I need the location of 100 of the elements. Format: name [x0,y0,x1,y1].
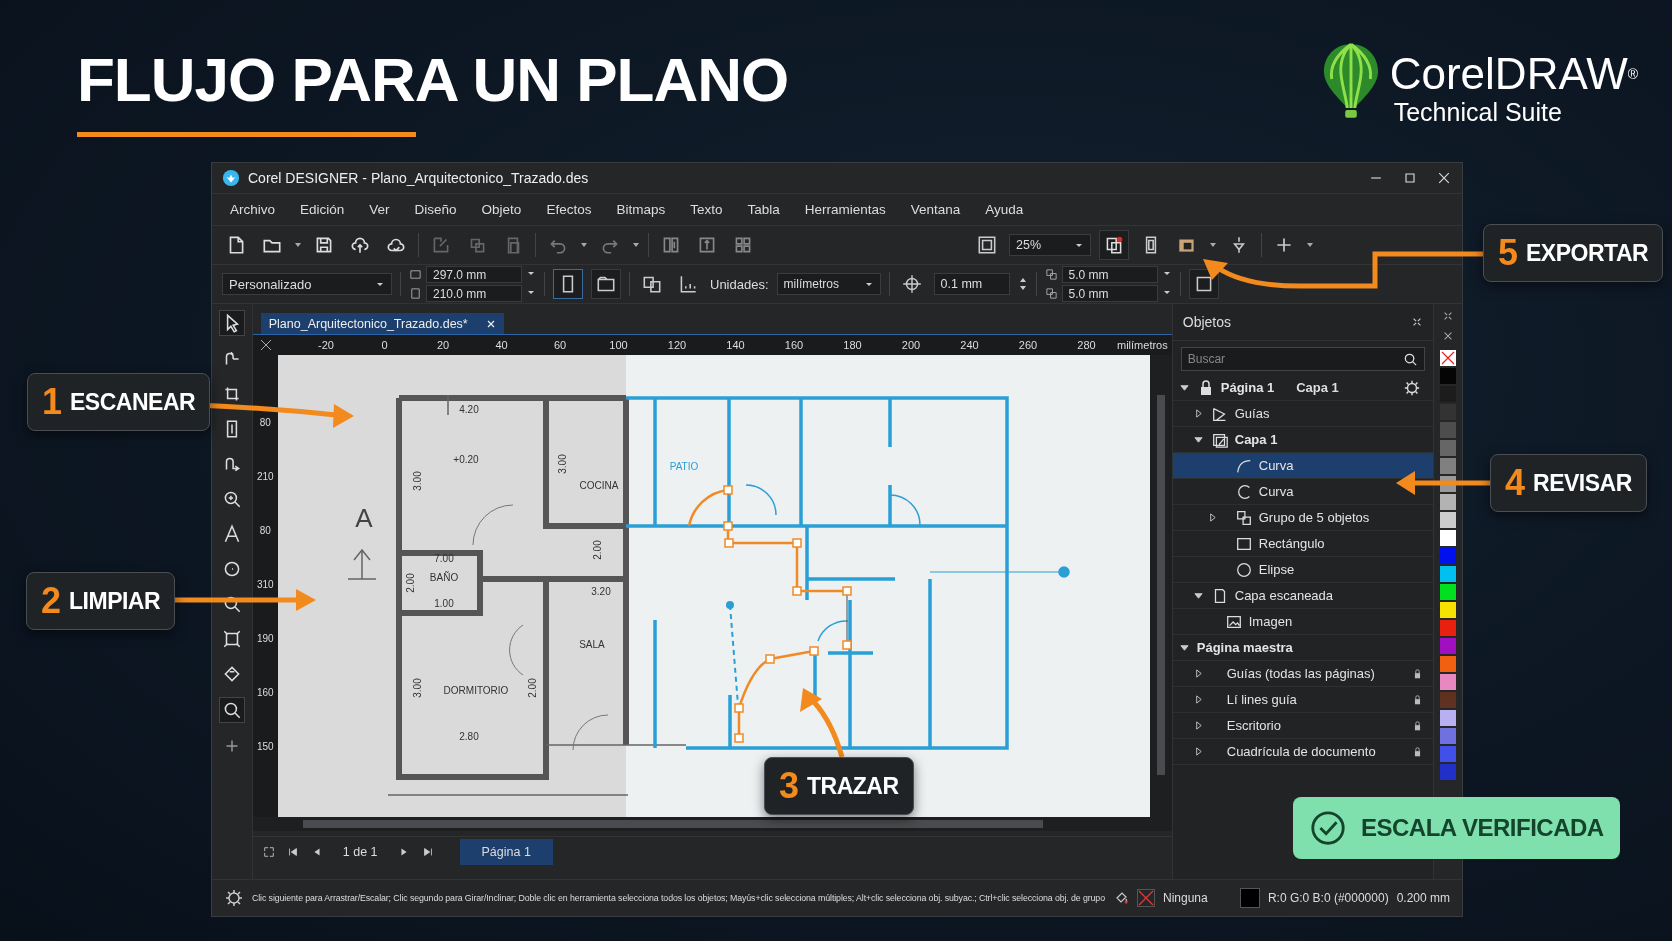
tree-row[interactable]: Elipse [1172,557,1434,583]
width-field[interactable]: 297.0 mm [426,266,522,283]
plan-label: 2.00 [404,573,416,593]
menu-item[interactable]: Ver [369,202,390,217]
tree-row[interactable]: Escritorio [1172,713,1434,739]
document-tab[interactable]: Plano_Arquitectonico_Trazado.des* [260,313,504,334]
menu-item[interactable]: Efectos [546,202,592,217]
color-swatch[interactable] [1440,692,1457,708]
color-swatch[interactable] [1440,746,1457,762]
collapsed-arrow-icon[interactable] [1194,721,1204,730]
lock-icon[interactable] [1414,719,1422,732]
expanded-arrow-icon[interactable] [1194,591,1204,600]
first-page-icon[interactable] [286,846,299,858]
color-swatch[interactable] [1440,422,1457,438]
tree-row[interactable]: Rectángulo [1172,531,1434,557]
callout-arrow [800,688,845,758]
tree-row[interactable]: Página maestra [1172,635,1434,661]
units-dropdown[interactable]: milímetros [776,273,881,295]
expanded-arrow-icon[interactable] [1180,643,1190,652]
fit-page-icon[interactable] [262,846,275,858]
preset-dropdown[interactable]: Personalizado [222,273,392,295]
zoom-dropdown[interactable]: 25% [1009,234,1091,256]
vertical-scrollbar[interactable] [1149,355,1172,817]
settings-icon[interactable] [1403,378,1422,397]
close-icon[interactable] [485,318,496,329]
color-swatch[interactable] [1440,674,1457,690]
tree-row[interactable]: Guías [1172,401,1434,427]
color-swatch[interactable] [1440,458,1457,474]
tree-item-label: Guías (todas las páginas) [1226,666,1375,681]
tree-row[interactable]: Guías (todas las páginas) [1172,661,1434,687]
color-swatch[interactable] [1440,530,1457,546]
lock-icon[interactable] [1414,693,1422,706]
tree-item-label: Rectángulo [1258,536,1325,551]
color-swatch[interactable] [1440,548,1457,564]
menu-item[interactable]: Objeto [481,202,522,217]
step-number: 2 [41,580,62,622]
duplicate-y-field[interactable]: 5.0 mm [1061,285,1158,302]
menu-item[interactable]: Ventana [910,202,961,217]
landscape-icon[interactable] [591,269,621,299]
color-swatch[interactable] [1440,584,1457,600]
menu-item[interactable]: Ayuda [985,202,1024,217]
tree-row[interactable]: Grupo de 5 objetos [1172,505,1434,531]
search-field[interactable]: Buscar [1180,347,1426,371]
portrait-icon[interactable] [553,269,583,299]
duplicate-x-field[interactable]: 5.0 mm [1061,266,1158,283]
color-swatch[interactable] [1440,566,1457,582]
color-swatch[interactable] [1440,512,1457,528]
ruler-label: 190 [256,633,274,646]
nudge-field[interactable]: 0.1 mm [933,273,1010,295]
color-swatch[interactable] [1440,638,1457,654]
collapsed-arrow-icon[interactable] [1194,409,1204,418]
color-swatch[interactable] [1440,602,1457,618]
maximize-icon[interactable] [1402,170,1418,186]
expanded-arrow-icon[interactable] [1180,383,1190,392]
menu-item[interactable]: Archivo [230,202,275,217]
pointer-icon[interactable] [218,310,245,336]
horizontal-scrollbar[interactable] [252,817,1172,831]
color-swatch[interactable] [1440,368,1457,384]
collapsed-arrow-icon[interactable] [1194,747,1204,756]
color-swatch[interactable] [1440,710,1457,726]
expanded-arrow-icon[interactable] [1194,435,1204,444]
page-tab[interactable]: Página 1 [459,839,553,865]
menu-item[interactable]: Tabla [747,202,780,217]
ruler-origin-icon[interactable] [258,338,273,352]
lock-icon[interactable] [1414,667,1422,680]
tree-row[interactable]: Lí lines guía [1172,687,1434,713]
color-swatch[interactable] [1440,620,1457,636]
eyedropper-icon[interactable] [218,697,245,723]
no-color-swatch[interactable] [1440,350,1457,366]
page-frame-icon[interactable] [1188,269,1219,299]
plan-label: 2.80 [459,731,479,742]
tree-row[interactable]: Curva [1172,453,1434,479]
tree-item-label: Página maestra [1196,640,1293,655]
plan-label: 4.20 [459,404,479,415]
tree-row[interactable]: Capa escaneada [1172,583,1434,609]
settings-icon[interactable] [224,888,244,908]
plan-label: +0.20 [453,454,479,465]
color-swatch[interactable] [1440,764,1457,780]
collapsed-arrow-icon[interactable] [1194,695,1204,704]
color-swatch[interactable] [1440,728,1457,744]
tree-row[interactable]: Imagen [1172,609,1434,635]
menu-item[interactable]: Texto [690,202,723,217]
close-icon[interactable] [1436,170,1452,186]
menu-item[interactable]: Edición [300,202,345,217]
menu-item[interactable]: Herramientas [804,202,886,217]
color-swatch[interactable] [1440,494,1457,510]
tree-row[interactable]: Página 1 Capa 1 [1172,375,1434,401]
duplicate-icon [1044,287,1058,300]
last-page-icon[interactable] [421,846,434,858]
collapsed-arrow-icon[interactable] [1208,513,1218,522]
height-field[interactable]: 210.0 mm [426,285,522,302]
lock-icon[interactable] [1414,745,1422,758]
menu-item[interactable]: Bitmaps [616,202,666,217]
tree-row[interactable]: Cuadrícula de documento [1172,739,1434,765]
panel-title: Objetos [1182,314,1231,330]
menu-item[interactable]: Diseño [414,202,457,217]
color-swatch[interactable] [1440,656,1457,672]
color-swatch[interactable] [1440,440,1457,456]
plan-label: DORMITORIO [443,685,509,696]
collapsed-arrow-icon[interactable] [1194,669,1204,678]
